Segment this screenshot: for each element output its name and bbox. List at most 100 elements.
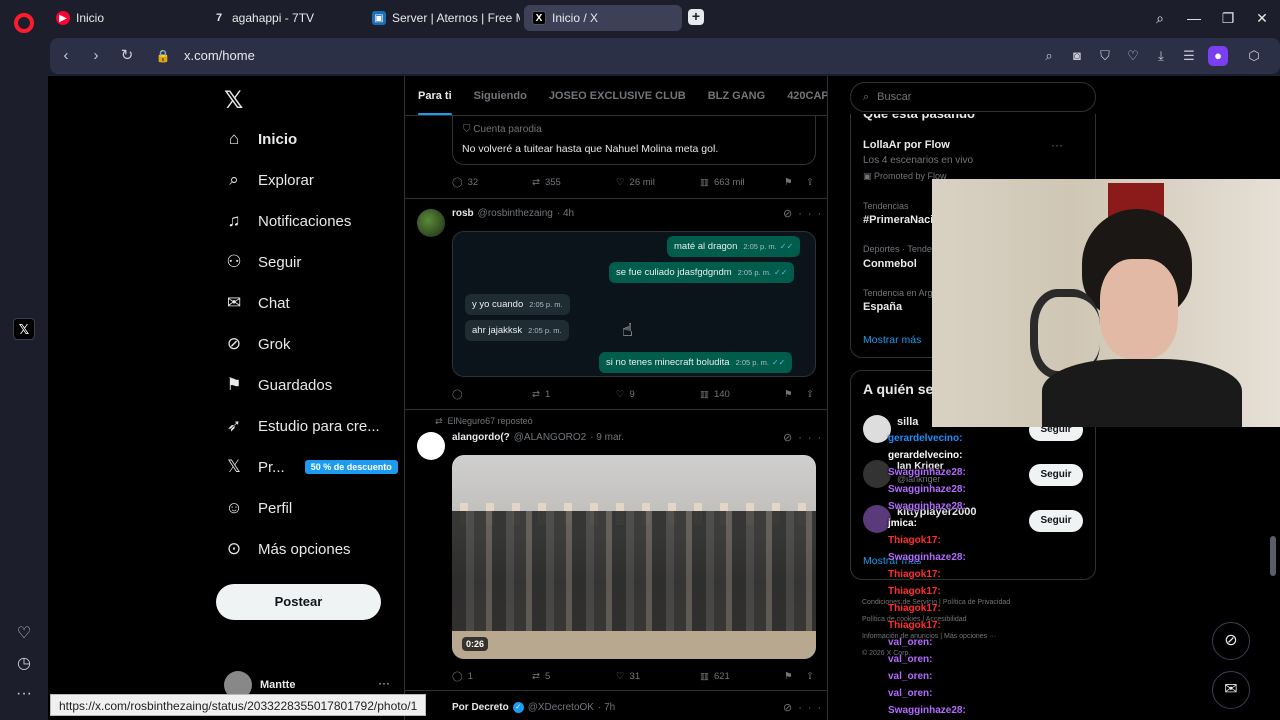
- download-icon[interactable]: ⤓: [1151, 46, 1171, 66]
- like-button[interactable]: ♡ 31: [616, 671, 700, 682]
- shield-icon[interactable]: ⛉: [1095, 46, 1115, 66]
- tweet-image[interactable]: maté al dragon 2:05 p. m. ✓✓ se fue culiad…: [452, 231, 816, 377]
- grok-icon[interactable]: ⊘: [783, 432, 798, 444]
- nav-item-notificaciones[interactable]: ♫ Notificaciones: [224, 207, 352, 235]
- avatar[interactable]: [417, 209, 445, 237]
- share-button[interactable]: ⇪: [806, 389, 814, 400]
- reload-icon[interactable]: ↻: [117, 46, 137, 66]
- nav-item-seguir[interactable]: ⚇ Seguir: [224, 248, 301, 276]
- views-button[interactable]: ▥ 663 mil: [700, 177, 784, 188]
- promo-title[interactable]: LollaAr por Flow: [863, 139, 950, 151]
- bookmark-button[interactable]: ⚑: [784, 389, 806, 400]
- grok-floating-button[interactable]: ⊘: [1212, 622, 1250, 660]
- views-button[interactable]: ▥ 621: [700, 671, 784, 682]
- nav-item-inicio[interactable]: ⌂ Inicio: [224, 125, 297, 153]
- grok-icon[interactable]: ⊘: [783, 702, 798, 714]
- nav-item-guardados[interactable]: ⚑ Guardados: [224, 371, 332, 399]
- trend-name[interactable]: España: [863, 301, 902, 313]
- author-name[interactable]: rosb: [452, 208, 474, 219]
- share-button[interactable]: ⇪: [806, 177, 814, 188]
- avatar[interactable]: [863, 460, 891, 488]
- menu-icon[interactable]: ☰: [1179, 46, 1199, 66]
- author-handle[interactable]: @XDecretoOK: [528, 702, 594, 713]
- views-button[interactable]: ▥ 140: [700, 389, 784, 400]
- opera-logo-icon[interactable]: [14, 13, 34, 33]
- more-icon[interactable]: ···: [14, 684, 34, 704]
- avatar[interactable]: [863, 415, 891, 443]
- nav-item-grok[interactable]: ⊘ Grok: [224, 330, 291, 358]
- more-icon[interactable]: ···: [798, 432, 827, 444]
- history-icon[interactable]: ◷: [14, 654, 34, 674]
- reply-button[interactable]: ◯ 32: [452, 177, 532, 188]
- tweet-time[interactable]: · 9 mar.: [590, 432, 624, 443]
- tab-aternos[interactable]: ▣ Server | Aternos | Free Mi: [364, 5, 520, 31]
- lens-icon[interactable]: ⌕: [1039, 46, 1059, 66]
- heart-icon[interactable]: ♡: [1123, 46, 1143, 66]
- tweet-time[interactable]: · 7h: [598, 702, 615, 713]
- heart-icon[interactable]: ♡: [14, 624, 34, 644]
- repost-button[interactable]: ⇄ 5: [532, 671, 616, 682]
- close-icon[interactable]: ✕: [1252, 8, 1272, 28]
- who-name[interactable]: silla: [897, 416, 918, 428]
- more-icon[interactable]: ···: [798, 702, 827, 714]
- tab-para-ti[interactable]: Para ti: [418, 76, 452, 115]
- profile-icon[interactable]: ●: [1208, 46, 1228, 66]
- avatar[interactable]: [417, 432, 445, 460]
- repost-indicator[interactable]: ⇄ ElNeguro67 reposteó: [435, 416, 533, 427]
- extensions-icon[interactable]: ⬡: [1244, 46, 1264, 66]
- post-button[interactable]: Postear: [216, 584, 381, 620]
- author-name[interactable]: alangordo(?: [452, 432, 510, 443]
- tab-siguiendo[interactable]: Siguiendo: [474, 76, 527, 115]
- minimize-icon[interactable]: —: [1184, 8, 1204, 28]
- search-input[interactable]: ⌕ Buscar: [850, 82, 1096, 112]
- account-more-icon[interactable]: ···: [378, 676, 390, 690]
- bookmark-button[interactable]: ⚑: [784, 671, 806, 682]
- tweet-video[interactable]: 0:26: [452, 455, 816, 659]
- tweet-menu[interactable]: ⊘···: [783, 207, 827, 220]
- grok-icon[interactable]: ⊘: [783, 208, 798, 220]
- nav-item-estudio[interactable]: ➶ Estudio para cre...: [224, 412, 380, 440]
- author-handle[interactable]: @ALANGORO2: [514, 432, 586, 443]
- tab-7tv[interactable]: 7 agahappi - 7TV: [204, 5, 360, 31]
- browser-search-icon[interactable]: ⌕: [1150, 8, 1170, 28]
- x-logo-icon[interactable]: 𝕏: [224, 86, 243, 115]
- forward-icon[interactable]: ›: [86, 46, 106, 66]
- tab-420cap[interactable]: 420CAP: [787, 76, 827, 115]
- author-handle[interactable]: @rosbinthezaing: [478, 208, 553, 219]
- like-button[interactable]: ♡ 9: [616, 389, 700, 400]
- reply-button[interactable]: ◯ 1: [452, 671, 532, 682]
- repost-button[interactable]: ⇄ 1: [532, 389, 616, 400]
- nav-item-explorar[interactable]: ⌕ Explorar: [224, 166, 314, 194]
- camera-icon[interactable]: ◙: [1067, 46, 1087, 66]
- repost-button[interactable]: ⇄ 355: [532, 177, 616, 188]
- tab-joseo[interactable]: JOSEO EXCLUSIVE CLUB: [549, 76, 686, 115]
- nav-item-perfil[interactable]: ☺ Perfil: [224, 494, 292, 522]
- messages-floating-button[interactable]: ✉: [1212, 671, 1250, 709]
- back-icon[interactable]: ‹: [56, 46, 76, 66]
- scrollbar[interactable]: [1270, 536, 1276, 576]
- like-button[interactable]: ♡ 26 mil: [616, 177, 700, 188]
- tweet-menu[interactable]: ⊘···: [783, 701, 827, 714]
- bookmark-button[interactable]: ⚑: [784, 177, 806, 188]
- restore-icon[interactable]: ❐: [1218, 8, 1238, 28]
- nav-item-premium[interactable]: 𝕏 Pr... 50 % de descuento: [224, 453, 398, 481]
- nav-item-chat[interactable]: ✉ Chat: [224, 289, 290, 317]
- share-button[interactable]: ⇪: [806, 671, 814, 682]
- tab-x[interactable]: X Inicio / X: [524, 5, 682, 31]
- reply-button[interactable]: ◯: [452, 389, 532, 400]
- trend-name[interactable]: Conmebol: [863, 258, 917, 270]
- nav-item-mas-opciones[interactable]: ⊙ Más opciones: [224, 535, 351, 563]
- avatar[interactable]: [863, 505, 891, 533]
- url-field[interactable]: x.com/home: [184, 48, 255, 63]
- more-icon[interactable]: ···: [798, 208, 827, 220]
- x-sidebar-icon[interactable]: 𝕏: [13, 318, 35, 340]
- tweet-menu[interactable]: ⊘···: [783, 431, 827, 444]
- more-icon[interactable]: ···: [1051, 138, 1063, 152]
- author-name[interactable]: Por Decreto: [452, 702, 509, 713]
- trend-name[interactable]: #PrimeraNaci: [863, 214, 933, 226]
- tab-youtube[interactable]: ▶ Inicio: [48, 5, 198, 31]
- show-more-link[interactable]: Mostrar más: [863, 334, 921, 346]
- new-tab-button[interactable]: +: [688, 9, 704, 25]
- tab-blz-gang[interactable]: BLZ GANG: [708, 76, 765, 115]
- tweet-time[interactable]: · 4h: [557, 208, 574, 219]
